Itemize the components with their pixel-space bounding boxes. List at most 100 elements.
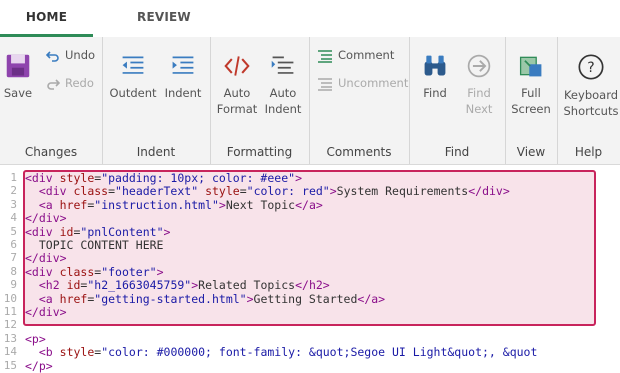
code-token: <div [25,264,60,279]
code-token: <div [25,171,60,185]
code-token: <a [38,197,60,212]
comment-label: Comment [338,48,395,62]
code-token: "padding: 10px; color: #eee" [101,171,296,185]
group-help: ? Keyboard Shortcuts Help [557,37,620,164]
code-line: </div> [25,211,67,225]
code-token: class [73,184,109,199]
save-button[interactable]: Save [2,53,34,101]
line-number: 8 [10,264,17,278]
line-number: 12 [3,318,17,332]
save-label: Save [3,86,33,100]
code-line: TOPIC CONTENT HERE [25,238,164,252]
code-token: style [59,171,95,185]
outdent-button[interactable]: Outdent [108,53,158,101]
code-token: Getting Started [253,291,358,306]
code-token: </a> [295,197,323,212]
find-button[interactable]: Find [415,53,455,101]
indent-button[interactable]: Indent [160,53,206,101]
code-token: "footer" [101,264,157,279]
code-token: </div> [25,251,67,266]
code-token: = [108,184,116,199]
keyboard-shortcuts-label-1: Keyboard [563,88,619,102]
code-token: </p> [25,358,53,373]
code-line: <div class="headerText" style="color: re… [25,184,510,198]
help-icon: ? [578,54,604,80]
redo-label: Redo [65,76,94,90]
code-token: </div> [25,211,67,226]
code-line: </div> [25,305,67,319]
keyboard-shortcuts-button[interactable]: ? Keyboard Shortcuts [559,53,620,119]
group-view: Full Screen View [505,37,558,164]
code-token: Next Topic [225,197,296,212]
redo-button[interactable]: Redo [46,74,94,92]
code-token: > [329,184,337,199]
outdent-icon [122,56,144,74]
code-token: style [59,345,95,360]
auto-indent-icon [271,56,294,74]
code-line: <b style="color: #000000; font-family: &… [25,345,538,360]
group-indent: Outdent Indent Indent [102,37,211,164]
group-find: Find Find Next Find [409,37,506,164]
redo-icon [47,78,61,90]
group-label-formatting: Formatting [226,145,293,159]
code-token: <div [25,224,60,239]
line-number: 2 [10,184,17,198]
auto-format-button[interactable]: Auto Format [216,53,258,117]
comment-icon [318,49,332,63]
svg-text:?: ? [587,60,594,76]
code-editor[interactable]: 1 2 3 4 5 6 7 8 9 10 11 12 13 14 15 <div style="paddin… [0,165,620,373]
undo-button[interactable]: Undo [45,46,95,64]
auto-indent-button[interactable]: Auto Indent [262,53,304,117]
comment-button[interactable]: Comment [317,46,394,64]
code-token: > [295,171,302,185]
line-number: 4 [10,211,17,225]
code-line: <div style="padding: 10px; color: #eee"> [25,171,302,185]
code-token: </a> [357,291,386,306]
find-next-button[interactable]: Find Next [459,53,499,117]
keyboard-shortcuts-label-2: Shortcuts [563,104,619,118]
ribbon-toolbar: Save Undo Redo Changes Outdent Indent In… [0,37,620,165]
line-number: 7 [10,251,17,265]
tab-review[interactable]: REVIEW [137,10,191,24]
line-number-gutter: 1 2 3 4 5 6 7 8 9 10 11 12 13 14 15 [0,165,22,373]
code-token: System Requirements [336,184,469,199]
group-changes: Save Undo Redo Changes [0,37,103,164]
full-screen-label-2: Screen [511,102,551,116]
code-token: style [205,184,240,199]
group-label-changes: Changes [24,145,78,159]
full-screen-icon [519,56,542,77]
indent-label: Indent [164,86,202,100]
code-token: > [156,264,164,279]
code-token: class [59,264,95,279]
code-token: "getting-started.html" [94,291,247,306]
tab-home[interactable]: HOME [0,10,93,24]
code-token: "color: #000000; font-family: &quot;Sego… [101,345,538,360]
code-token: </div> [25,305,67,319]
line-number: 14 [3,345,17,359]
code-token: </h2> [295,278,330,293]
code-token: <div [38,184,74,199]
code-token: "color: red" [246,184,330,199]
code-line: <a href="instruction.html">Next Topic</a… [25,198,323,212]
code-token: Related Topics [198,278,296,293]
code-token: = [239,184,247,199]
code-token: "headerText" [115,184,199,199]
code-token: "pnlContent" [80,224,164,239]
code-token: > [163,224,171,239]
auto-format-label-1: Auto [223,86,251,100]
code-token: > [218,197,226,212]
code-token: TOPIC CONTENT HERE [25,238,164,252]
full-screen-button[interactable]: Full Screen [509,53,553,117]
uncomment-button[interactable]: Uncomment [317,74,408,92]
group-label-comments: Comments [326,145,392,159]
ribbon-tabs: HOME REVIEW [0,0,620,34]
line-number: 5 [10,224,17,238]
line-number: 15 [3,358,17,372]
code-line: <a href="getting-started.html">Getting S… [25,292,385,306]
auto-format-icon [224,56,250,76]
uncomment-icon [318,77,332,91]
